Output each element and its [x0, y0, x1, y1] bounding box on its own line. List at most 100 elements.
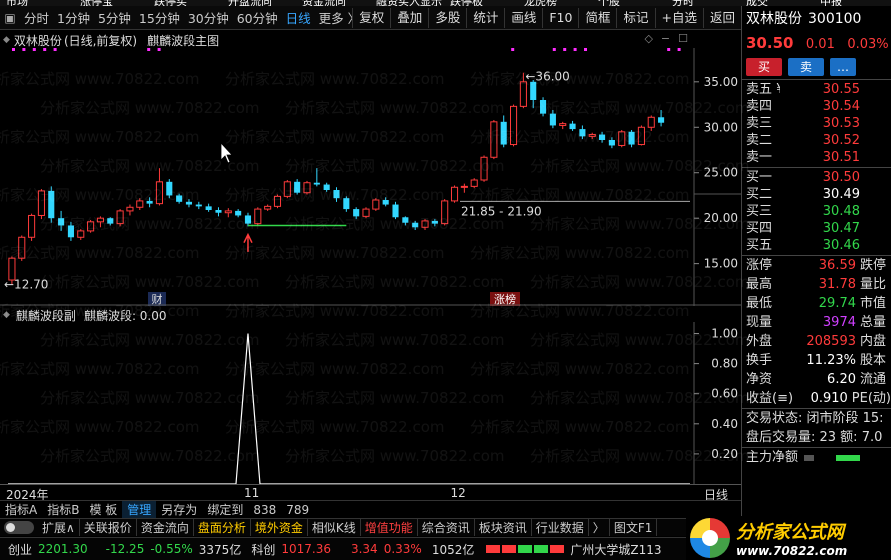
indicator-tab[interactable]: 838 — [248, 503, 281, 517]
period-tab[interactable]: 60分钟 — [233, 8, 282, 27]
index1-name[interactable]: 创业 — [8, 541, 32, 558]
sell-button[interactable]: 卖 — [788, 57, 824, 76]
period-tab[interactable]: 日线 — [282, 8, 315, 27]
buy-button[interactable]: 买 — [746, 57, 782, 76]
candle-body — [392, 204, 399, 218]
period-tab[interactable]: 分时 — [20, 8, 53, 27]
buy-level-row[interactable]: 买四 30.47 — [742, 220, 891, 237]
period-tab[interactable]: 30分钟 — [184, 8, 233, 27]
candle-body — [87, 221, 95, 232]
signal-marker — [53, 48, 57, 51]
limit-up-badge[interactable]: 涨榜 — [490, 292, 520, 306]
finance-badge[interactable]: 财 — [148, 292, 166, 306]
date-axis-label: 11 — [243, 486, 260, 500]
indicator-tab[interactable]: 绑定到 — [202, 501, 248, 518]
finance-badge-label: 财 — [152, 292, 163, 306]
sub-tick-label: 0.20 — [711, 447, 738, 461]
sub-collapse-icon[interactable]: ◆ — [3, 310, 10, 320]
toolbar-button[interactable]: +自选 — [654, 8, 703, 28]
candle-body — [96, 217, 104, 223]
signal-marker — [147, 48, 151, 51]
candle-body — [460, 185, 468, 188]
toolbar-button[interactable]: 标记 — [616, 8, 654, 28]
sell-level-row[interactable]: 卖二 30.52 — [742, 132, 891, 149]
toolbar-button[interactable]: 简框 — [578, 8, 616, 28]
candle-body — [166, 181, 173, 196]
indicator-tab[interactable]: 789 — [281, 503, 314, 517]
function-tab[interactable]: 扩展∧ — [38, 519, 80, 536]
candle-body — [67, 225, 74, 238]
chart-collapse-icon[interactable]: ◆ — [3, 35, 10, 45]
toolbar-button[interactable]: 统计 — [466, 8, 504, 28]
period-tab[interactable]: 5分钟 — [94, 8, 135, 27]
indicator-tab[interactable]: 另存为 — [156, 501, 202, 518]
function-tab[interactable]: 资金流向 — [137, 519, 194, 536]
candle-body — [107, 218, 114, 224]
function-tab[interactable]: 关联报价 — [80, 519, 137, 536]
function-tab[interactable]: 图文F1 — [610, 519, 658, 536]
close-icon[interactable]: ☐ — [678, 32, 688, 45]
function-tab[interactable]: 综合资讯 — [418, 519, 475, 536]
buy-level-row[interactable]: 买二 30.49 — [742, 186, 891, 203]
function-tab[interactable]: 〉 — [589, 519, 610, 536]
sell-level-row[interactable]: 卖一 30.51 — [742, 149, 891, 166]
logo-line2: www.70822.com — [736, 544, 848, 558]
candle-body — [599, 134, 606, 140]
candle-body — [343, 198, 350, 210]
function-tab[interactable]: 境外资金 — [251, 519, 308, 536]
index1-change: -12.25 — [105, 542, 145, 556]
index2-name[interactable]: 科创 — [251, 541, 275, 558]
candle-body — [48, 190, 55, 219]
candle-body — [224, 210, 232, 214]
quote-stat-label: 最高 — [746, 277, 773, 292]
gear-icon[interactable]: ◇ — [644, 32, 652, 45]
indicator-tab[interactable]: 模 板 — [84, 501, 122, 518]
function-tab[interactable]: 行业数据 — [532, 519, 589, 536]
sub-indicator-name[interactable]: 麒麟波段副 — [16, 307, 76, 324]
toolbar-button[interactable]: F10 — [542, 8, 578, 28]
price-tick-label: 30.00 — [704, 120, 738, 134]
toolbar-button[interactable]: 多股 — [428, 8, 466, 28]
chart-indicator-name[interactable]: 麒麟波段主图 — [147, 32, 219, 49]
panel-toggle[interactable] — [4, 521, 34, 534]
function-tab[interactable]: 盘面分析 — [194, 519, 251, 536]
toolbar-button[interactable]: 复权 — [352, 8, 390, 28]
toolbar-button[interactable]: 返回 — [702, 8, 741, 28]
menu-icon[interactable]: ▣ — [0, 10, 20, 26]
function-tab[interactable]: 板块资讯 — [475, 519, 532, 536]
signal-marker — [677, 48, 681, 51]
candle-body — [412, 222, 419, 228]
indicator-tab[interactable]: 管理 — [122, 501, 157, 518]
candle-body — [303, 182, 311, 194]
minimize-icon[interactable]: − — [661, 32, 670, 45]
site-logo: 分析家公式网 www.70822.com — [686, 516, 891, 560]
index1-pct: -0.55% — [150, 542, 193, 556]
function-tab[interactable]: 相似K线 — [308, 519, 361, 536]
quote-stat-label: 收益(≡) — [746, 391, 794, 406]
sell-level-row[interactable]: 卖三 30.53 — [742, 115, 891, 132]
signal-marker — [563, 48, 567, 51]
sell-level-row[interactable]: 卖五 ¥ 30.55 — [742, 81, 891, 98]
sell-level-row[interactable]: 卖四 30.54 — [742, 98, 891, 115]
candlestick-chart[interactable]: 35.00 30.00 25.00 20.00 15.00 ←36.00 ←12.70 21.… — [0, 48, 741, 306]
index2-pct: 0.33% — [383, 542, 422, 556]
indicator-tab[interactable]: 指标B — [42, 501, 84, 518]
indicator-tabs: 指标A 指标B 模 板管理 另存为 绑定到 838 789 — [0, 500, 741, 518]
breadth-bars — [486, 545, 565, 553]
period-tab[interactable]: 15分钟 — [135, 8, 184, 27]
more-trade-button[interactable]: … — [830, 57, 856, 76]
signal-marker — [573, 48, 577, 51]
candle-body — [77, 230, 85, 238]
high-marker-label: ←36.00 — [525, 70, 569, 84]
buy-level-row[interactable]: 买三 30.48 — [742, 203, 891, 220]
period-tab[interactable]: 1分钟 — [53, 8, 94, 27]
candle-body — [205, 206, 212, 210]
indicator-tab[interactable]: 指标A — [0, 501, 42, 518]
buy-level-row[interactable]: 买一 30.50 — [742, 169, 891, 186]
buy-level-row[interactable]: 买五 30.46 — [742, 237, 891, 254]
toolbar-button[interactable]: 画线 — [504, 8, 542, 28]
period-toolbar: ▣ 分时 1分钟 5分钟 15分钟 30分钟 60分钟 日线 更多 〉 复权 叠加 多股 统计 画线 F… — [0, 6, 741, 30]
function-tab[interactable]: 增值功能 — [361, 519, 418, 536]
sub-indicator-chart[interactable]: 1.00 0.80 0.60 0.40 0.20 — [0, 322, 741, 484]
toolbar-button[interactable]: 叠加 — [390, 8, 428, 28]
